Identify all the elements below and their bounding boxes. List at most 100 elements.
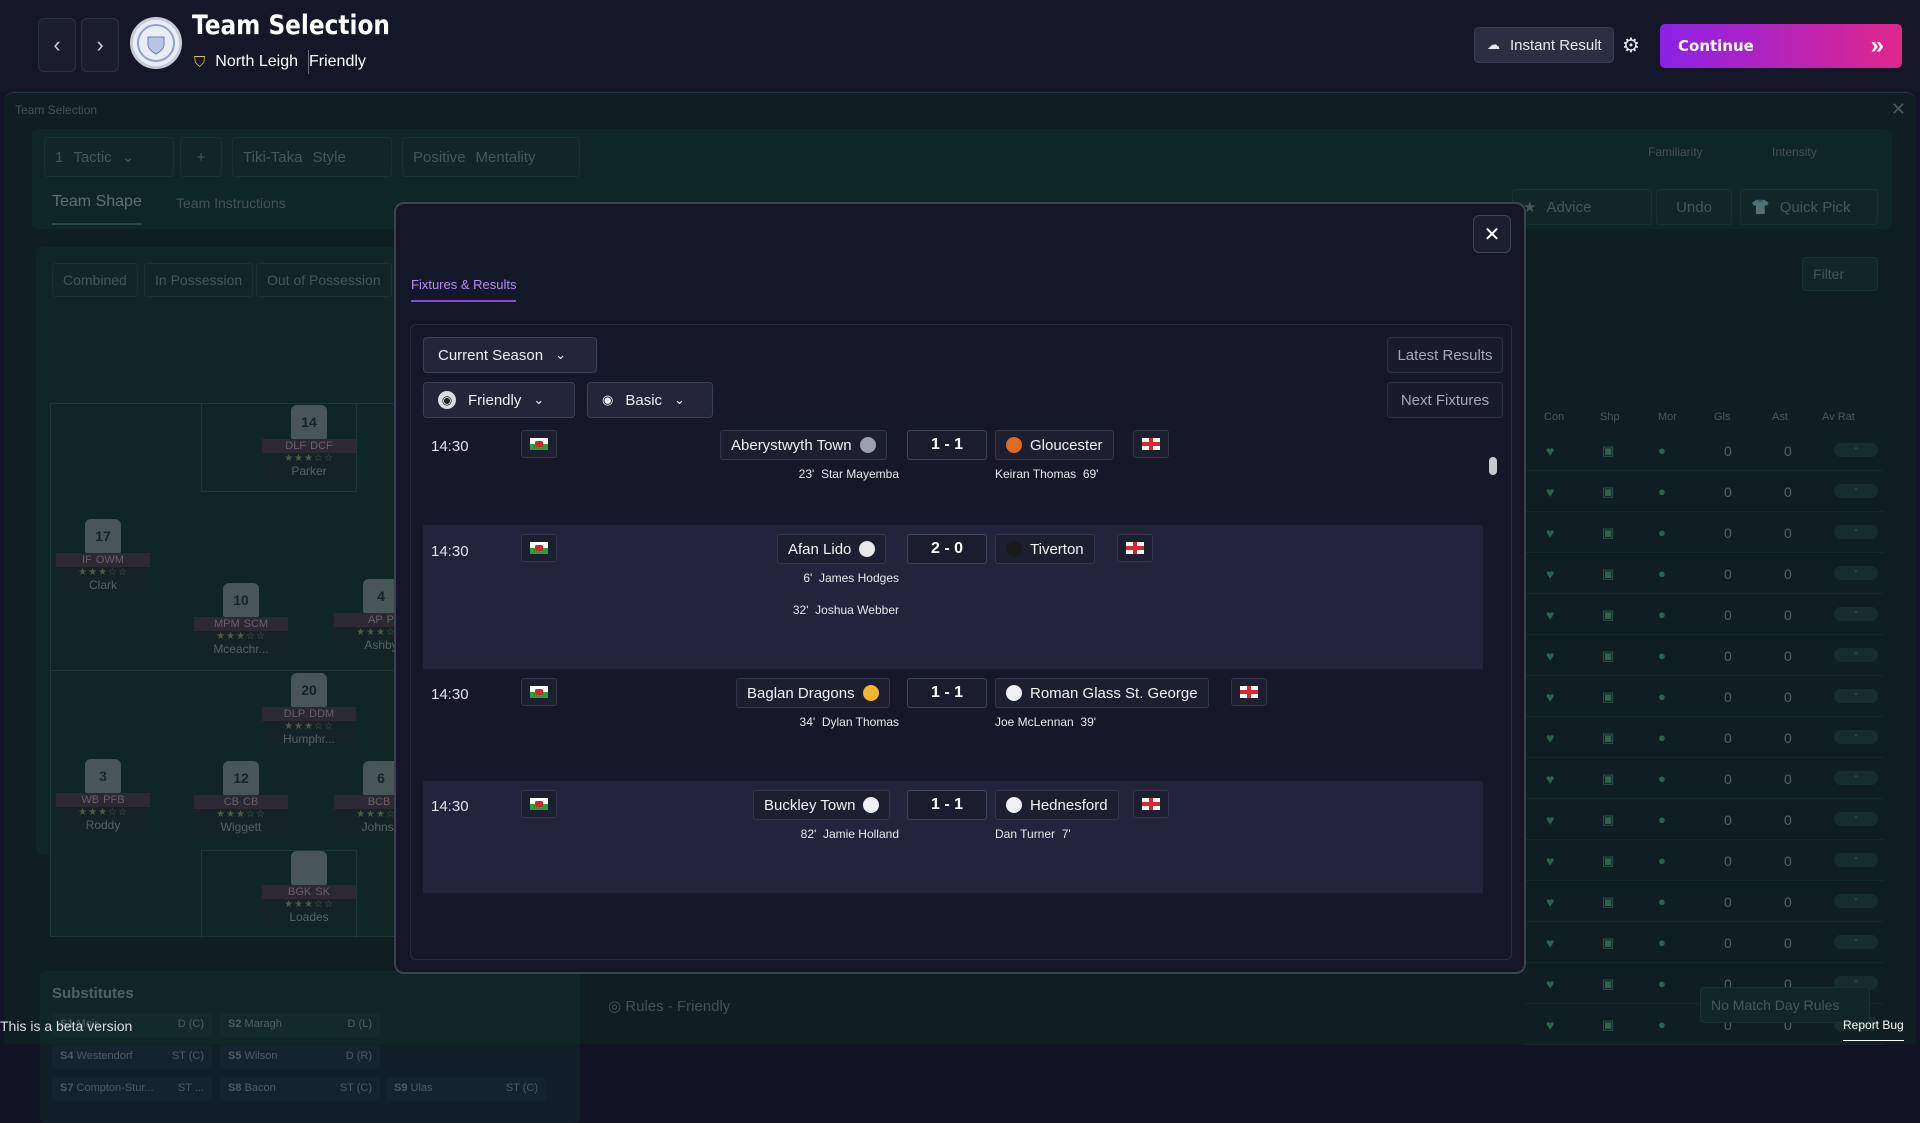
tactic-select[interactable]: 1 Tactic ⌄ (44, 137, 174, 177)
table-row[interactable]: ♥ ▣ ● 0 0 - (1524, 888, 1884, 922)
home-team[interactable]: Afan Lido (777, 534, 887, 564)
table-row[interactable]: ♥ ▣ ● 0 0 - (1524, 806, 1884, 840)
style-value: Tiki-Taka (243, 148, 303, 166)
back-button[interactable]: ‹ (38, 18, 76, 72)
home-team[interactable]: Aberystwyth Town (720, 430, 887, 460)
score[interactable]: 2 - 0 (907, 534, 987, 564)
column-header[interactable]: Gls (1714, 411, 1731, 423)
close-icon[interactable]: ✕ (1891, 99, 1906, 120)
home-team[interactable]: Buckley Town (753, 790, 891, 820)
column-header[interactable]: Shp (1600, 411, 1620, 423)
score[interactable]: 1 - 1 (907, 430, 987, 460)
player-card[interactable]: 10 MPM SCM ★★★☆☆ Mceachr... (194, 583, 288, 658)
player-roles: DLF DCF (262, 439, 356, 453)
home-team-name: Afan Lido (788, 540, 852, 558)
gear-icon[interactable]: ⚙ (1622, 33, 1640, 58)
table-row[interactable]: ♥ ▣ ● 0 0 - (1524, 519, 1884, 553)
goal-minute: 82' (800, 827, 817, 841)
tab-in-possession[interactable]: In Possession (144, 263, 254, 297)
player-card[interactable]: 20 DLP DDM ★★★☆☆ Humphr... (262, 673, 356, 748)
away-team[interactable]: Hednesford (995, 790, 1119, 820)
table-row[interactable]: ♥ ▣ ● 0 0 - (1524, 847, 1884, 881)
fixture-row[interactable]: 14:30 Baglan Dragons 1 - 1 Roman Glass S… (423, 669, 1483, 781)
forward-button[interactable]: › (81, 18, 119, 72)
advice-button[interactable]: ★ Advice (1512, 189, 1652, 225)
column-header[interactable]: Mor (1658, 411, 1677, 423)
home-scorer: 82' Jamie Holland (801, 827, 899, 841)
table-row[interactable]: ♥ ▣ ● 0 0 - (1524, 560, 1884, 594)
tab-fixtures-results[interactable]: Fixtures & Results (411, 277, 517, 302)
away-team[interactable]: Gloucester (995, 430, 1114, 460)
goals-value: 0 (1724, 853, 1732, 869)
morale-icon: ● (1658, 648, 1666, 663)
morale-icon: ● (1658, 976, 1666, 991)
substitute-item[interactable]: S8 Bacon ST (C) (220, 1077, 380, 1101)
fixture-row[interactable]: 14:30 Aberystwyth Town 1 - 1 Gloucester … (423, 421, 1483, 525)
substitute-item[interactable]: S9 Ulas ST (C) (386, 1077, 546, 1101)
fixture-row[interactable]: 14:30 Buckley Town 1 - 1 Hednesford 82' … (423, 781, 1483, 893)
club-name[interactable]: North Leigh (215, 53, 298, 71)
player-card[interactable]: BGK SK ★★★☆☆ Loades (262, 851, 356, 926)
column-header[interactable]: Av Rat (1822, 411, 1855, 423)
morale-icon: ● (1658, 484, 1666, 499)
home-team[interactable]: Baglan Dragons (736, 678, 890, 708)
style-select[interactable]: Tiki-Taka Style (232, 137, 392, 177)
scrollbar[interactable] (1489, 457, 1497, 475)
mentality-select[interactable]: Positive Mentality (402, 137, 580, 177)
sub-name: Wilson (244, 1050, 278, 1062)
player-card[interactable]: 12 CB CB ★★★☆☆ Wiggett (194, 761, 288, 836)
table-row[interactable]: ♥ ▣ ● 0 0 - (1524, 929, 1884, 963)
star-rating: ★★★☆☆ (56, 567, 150, 578)
player-card[interactable]: 17 IF OWM ★★★☆☆ Clark (56, 519, 150, 594)
goal-minute: 6' (803, 571, 813, 585)
view-dropdown[interactable]: ◉ Basic ⌄ (587, 382, 713, 418)
table-row[interactable]: ♥ ▣ ● 0 0 - (1524, 437, 1884, 471)
table-row[interactable]: ♥ ▣ ● 0 0 - (1524, 724, 1884, 758)
fixture-row[interactable]: 14:30 Afan Lido 2 - 0 Tiverton 6' James … (423, 525, 1483, 669)
season-dropdown[interactable]: Current Season ⌄ (423, 337, 597, 373)
add-tactic-button[interactable]: + (180, 137, 222, 177)
undo-button[interactable]: Undo (1656, 189, 1732, 225)
table-row[interactable]: ♥ ▣ ● 0 0 - (1524, 683, 1884, 717)
substitute-item[interactable]: S5 Wilson D (R) (220, 1045, 380, 1069)
tab-team-shape[interactable]: Team Shape (52, 193, 142, 225)
sub-code: S5 (228, 1050, 242, 1062)
substitute-item[interactable]: S7 Compton-Stur... ST ... (52, 1077, 212, 1101)
close-button[interactable]: ✕ (1473, 215, 1511, 253)
table-row[interactable]: ♥ ▣ ● 0 0 - (1524, 478, 1884, 512)
fitness-icon: ▣ (1602, 443, 1615, 458)
column-header[interactable]: Con (1544, 411, 1564, 423)
latest-results-button[interactable]: Latest Results (1387, 337, 1503, 373)
table-row[interactable]: ♥ ▣ ● 0 0 - (1524, 642, 1884, 676)
score[interactable]: 1 - 1 (907, 678, 987, 708)
player-card[interactable]: 3 WB PFB ★★★☆☆ Roddy (56, 759, 150, 834)
quick-pick-button[interactable]: 👕 Quick Pick (1740, 189, 1878, 225)
chevron-right-icon: › (96, 32, 104, 57)
chevron-down-icon: ⌄ (533, 392, 545, 407)
next-fixtures-button[interactable]: Next Fixtures (1387, 382, 1503, 418)
tab-combined[interactable]: Combined (52, 263, 138, 297)
club-badge-icon (859, 437, 876, 453)
rules-icon: ◎ (608, 998, 626, 1015)
continue-button[interactable]: Continue » (1660, 24, 1902, 68)
substitute-item[interactable]: S2 Maragh D (L) (220, 1013, 380, 1037)
away-team[interactable]: Tiverton (995, 534, 1095, 564)
competition-dropdown[interactable]: ◉ Friendly ⌄ (423, 382, 575, 418)
substitute-item[interactable]: S4 Westendorf ST (C) (52, 1045, 212, 1069)
filter-button[interactable]: Filter (1802, 257, 1878, 291)
player-name: Clark (56, 578, 150, 594)
score[interactable]: 1 - 1 (907, 790, 987, 820)
player-card[interactable]: 14 DLF DCF ★★★☆☆ Parker (262, 405, 356, 480)
tab-out-of-possession[interactable]: Out of Possession (256, 263, 392, 297)
report-bug-link[interactable]: Report Bug (1843, 1018, 1904, 1041)
table-row[interactable]: ♥ ▣ ● 0 0 - (1524, 601, 1884, 635)
away-team[interactable]: Roman Glass St. George (995, 678, 1209, 708)
table-row[interactable]: ♥ ▣ ● 0 0 - (1524, 765, 1884, 799)
club-badge-icon (862, 685, 879, 701)
tab-team-instructions[interactable]: Team Instructions (176, 195, 286, 211)
wales-flag-icon (530, 438, 548, 450)
average-rating: - (1834, 525, 1878, 539)
instant-result-button[interactable]: ☁ Instant Result (1474, 27, 1614, 63)
column-header[interactable]: Ast (1772, 411, 1788, 423)
rules-link[interactable]: ◎ Rules - Friendly (608, 997, 730, 1015)
